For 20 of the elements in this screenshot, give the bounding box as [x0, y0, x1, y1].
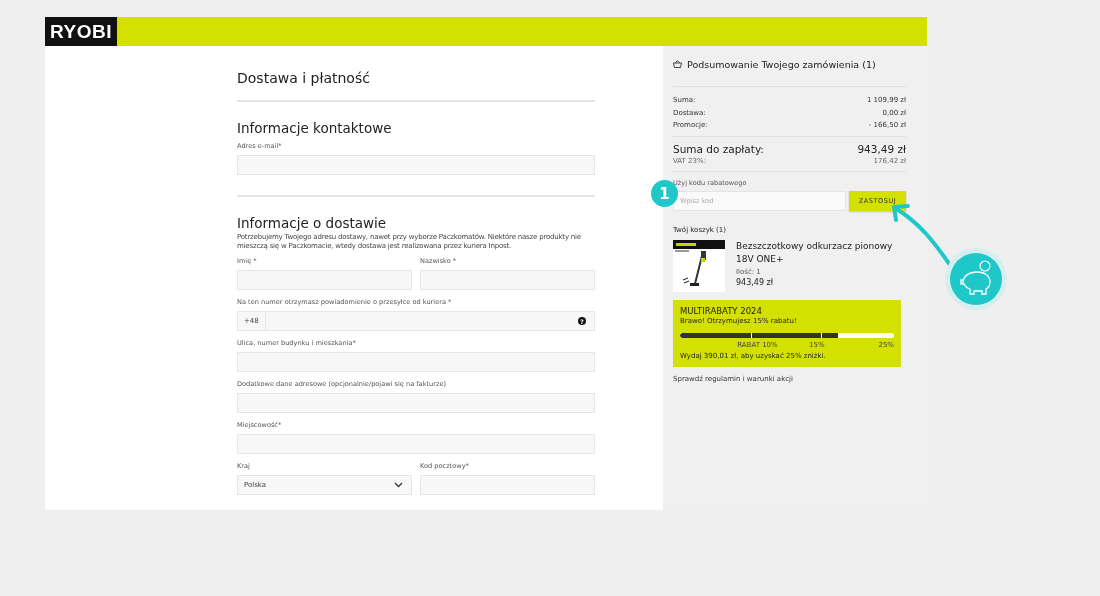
- piggy-bank-icon: [945, 248, 1007, 310]
- promo-title: MULTIRABATY 2024: [680, 305, 763, 316]
- input-field[interactable]: [420, 475, 595, 495]
- input-field[interactable]: [237, 352, 595, 372]
- input-field[interactable]: [237, 155, 595, 175]
- section-heading: Informacje o dostawie: [237, 215, 388, 231]
- logo[interactable]: RYOBI: [45, 17, 117, 46]
- product-price: 943,49 zł: [736, 277, 774, 287]
- page-title: Dostawa i płatność: [237, 70, 371, 88]
- chevron-down-icon: [394, 482, 403, 488]
- basket-icon: [673, 60, 682, 68]
- product-name[interactable]: Bezszczotkowy odkurzacz pionowy 18V ONE+: [736, 239, 906, 266]
- total-value: 943,49 zł: [857, 142, 906, 155]
- input-field[interactable]: [237, 393, 595, 413]
- total-label: Suma do zapłaty:: [673, 142, 764, 155]
- input-field[interactable]: [237, 434, 595, 454]
- section-heading: Informacje kontaktowe: [237, 120, 393, 136]
- input-field[interactable]: [420, 270, 595, 290]
- summary-title: Podsumowanie Twojego zamówienia (1): [687, 58, 876, 70]
- input-field[interactable]: [237, 270, 412, 290]
